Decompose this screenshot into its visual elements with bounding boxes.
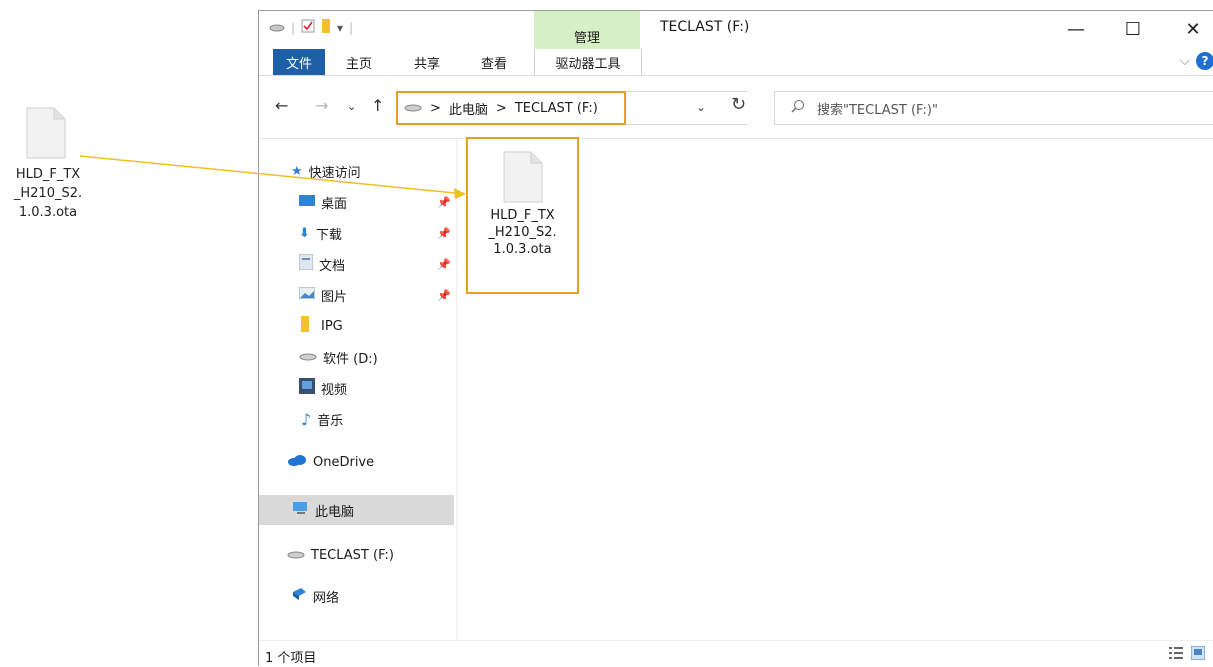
view-switcher xyxy=(1169,645,1206,661)
sidebar-item-this-pc[interactable]: 此电脑 xyxy=(293,498,354,522)
ribbon-controls: ⌵ ? xyxy=(1179,52,1213,70)
new-folder-icon[interactable] xyxy=(321,19,331,36)
video-icon xyxy=(299,378,315,398)
tab-drive-tools[interactable]: 驱动器工具 xyxy=(534,49,642,75)
pin-icon[interactable]: 📌 xyxy=(437,289,451,302)
refresh-icon[interactable]: ↻ xyxy=(731,94,746,115)
drive-icon xyxy=(404,101,422,116)
download-icon: ⬇ xyxy=(299,225,310,241)
sidebar-item-pictures[interactable]: 图片 📌 xyxy=(298,283,451,307)
sidebar-item-label: 下载 xyxy=(315,227,342,243)
search-box[interactable]: 搜索"TECLAST (F:)" xyxy=(774,91,1213,125)
file-explorer-window: | ▾ | 管理 TECLAST (F:) — ☐ ✕ 文件 主页 共享 查看 … xyxy=(258,10,1213,666)
sidebar-item-music[interactable]: ♪ 音乐 xyxy=(301,407,343,431)
document-icon xyxy=(26,107,66,159)
tab-view[interactable]: 查看 xyxy=(474,49,514,75)
sidebar-item-label: 桌面 xyxy=(321,196,348,212)
sidebar-item-documents[interactable]: 文档 📌 xyxy=(298,252,451,276)
sidebar-item-label: 此电脑 xyxy=(315,504,355,520)
forward-arrow-icon[interactable]: → xyxy=(315,96,328,115)
details-view-icon[interactable] xyxy=(1169,646,1183,660)
document-icon xyxy=(503,151,543,203)
sidebar-item-quick-access[interactable]: ★ 快速访问 xyxy=(291,159,361,183)
folder-icon xyxy=(301,316,309,336)
sidebar-item-label: 音乐 xyxy=(317,413,344,429)
search-icon xyxy=(791,99,805,117)
drive-icon xyxy=(299,350,317,365)
large-icons-view-icon[interactable] xyxy=(1190,645,1206,661)
navigation-pane: ★ 快速访问 桌面 📌 ⬇ 下载 📌 文档 📌 图片 📌 IPG 软件 (D:)… xyxy=(259,137,456,640)
tab-share[interactable]: 共享 xyxy=(407,49,447,75)
sidebar-item-onedrive[interactable]: OneDrive xyxy=(287,450,374,474)
address-bar-extension[interactable] xyxy=(626,91,748,125)
search-placeholder: 搜索"TECLAST (F:)" xyxy=(817,102,938,118)
breadcrumb-this-pc[interactable]: 此电脑 xyxy=(449,99,488,118)
sidebar-item-videos[interactable]: 视频 xyxy=(299,376,347,400)
sidebar-item-desktop[interactable]: 桌面 📌 xyxy=(299,190,451,214)
tab-file[interactable]: 文件 xyxy=(273,49,325,75)
desktop-file-name: HLD_F_TX _H210_S2. 1.0.3.ota xyxy=(13,167,83,220)
pin-icon[interactable]: 📌 xyxy=(437,196,451,209)
toolbar-separator: | xyxy=(349,20,354,35)
toolbar-separator: | xyxy=(291,20,296,35)
ribbon-tabs: 文件 主页 共享 查看 驱动器工具 ⌵ ? xyxy=(259,49,1213,75)
tab-manage[interactable]: 管理 xyxy=(534,11,640,49)
recent-locations-icon[interactable]: ⌄ xyxy=(347,100,356,113)
pin-icon[interactable]: 📌 xyxy=(437,258,451,271)
customize-toolbar-icon[interactable]: ▾ xyxy=(337,21,343,35)
star-icon: ★ xyxy=(291,163,303,179)
title-bar: | ▾ | 管理 TECLAST (F:) — ☐ ✕ xyxy=(259,11,1213,49)
sidebar-item-label: 快速访问 xyxy=(308,165,361,181)
address-bar[interactable]: > 此电脑 > TECLAST (F:) xyxy=(396,91,626,125)
sidebar-item-teclast-f[interactable]: TECLAST (F:) xyxy=(287,543,394,567)
drive-icon xyxy=(287,548,305,563)
address-dropdown-icon[interactable]: ⌄ xyxy=(696,100,706,114)
sidebar-item-label: 图片 xyxy=(321,289,348,305)
sidebar-item-label: IPG xyxy=(321,318,343,334)
selected-highlight xyxy=(259,495,454,525)
sidebar-item-software-d[interactable]: 软件 (D:) xyxy=(299,345,378,369)
sidebar-item-ipg[interactable]: IPG xyxy=(301,314,343,338)
sidebar-item-label: 文档 xyxy=(319,258,346,274)
close-button[interactable]: ✕ xyxy=(1171,15,1213,43)
cloud-icon xyxy=(287,454,307,470)
sidebar-item-label: OneDrive xyxy=(313,454,375,470)
breadcrumb-separator: > xyxy=(430,100,441,116)
drive-icon[interactable] xyxy=(269,21,285,35)
breadcrumb-teclast[interactable]: TECLAST (F:) xyxy=(515,101,598,116)
quick-access-toolbar: | ▾ | xyxy=(269,19,353,36)
picture-icon xyxy=(298,286,316,303)
up-arrow-icon[interactable]: ↑ xyxy=(371,96,384,115)
tab-home[interactable]: 主页 xyxy=(339,49,379,75)
breadcrumb-separator: > xyxy=(495,100,507,116)
music-icon: ♪ xyxy=(301,409,312,429)
maximize-button[interactable]: ☐ xyxy=(1111,15,1155,43)
document-folder-icon xyxy=(298,253,314,274)
file-name: HLD_F_TX _H210_S2. 1.0.3.ota xyxy=(488,208,557,257)
navigation-bar: ← → ⌄ ↑ > 此电脑 > TECLAST (F:) ⌄ ↻ 搜索"TECL… xyxy=(259,75,1213,139)
back-arrow-icon[interactable]: ← xyxy=(275,96,288,115)
desktop-icon xyxy=(299,194,315,210)
properties-icon[interactable] xyxy=(301,19,315,36)
desktop-file[interactable]: HLD_F_TX _H210_S2. 1.0.3.ota xyxy=(8,107,88,222)
window-title: TECLAST (F:) xyxy=(660,19,750,35)
file-item[interactable]: HLD_F_TX _H210_S2. 1.0.3.ota xyxy=(466,137,579,294)
item-count: 1 个项目 xyxy=(265,651,317,666)
computer-icon xyxy=(293,502,309,518)
sidebar-item-label: 网络 xyxy=(313,590,340,606)
pin-icon[interactable]: 📌 xyxy=(437,227,451,240)
help-icon[interactable]: ? xyxy=(1196,52,1213,70)
sidebar-item-label: 视频 xyxy=(321,382,348,398)
network-icon xyxy=(291,587,307,605)
minimize-button[interactable]: — xyxy=(1054,15,1098,43)
sidebar-item-label: 软件 (D:) xyxy=(323,351,378,367)
sidebar-item-network[interactable]: 网络 xyxy=(291,584,339,608)
file-list-area: HLD_F_TX _H210_S2. 1.0.3.ota xyxy=(457,137,1213,640)
sidebar-item-label: TECLAST (F:) xyxy=(311,547,394,563)
sidebar-item-downloads[interactable]: ⬇ 下载 📌 xyxy=(299,221,451,245)
chevron-down-icon[interactable]: ⌵ xyxy=(1179,53,1190,69)
status-bar: 1 个项目 xyxy=(259,640,1213,667)
